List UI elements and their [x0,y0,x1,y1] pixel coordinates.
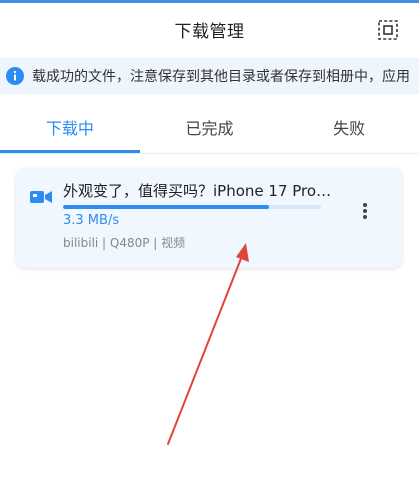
annotation-arrow [167,243,249,445]
